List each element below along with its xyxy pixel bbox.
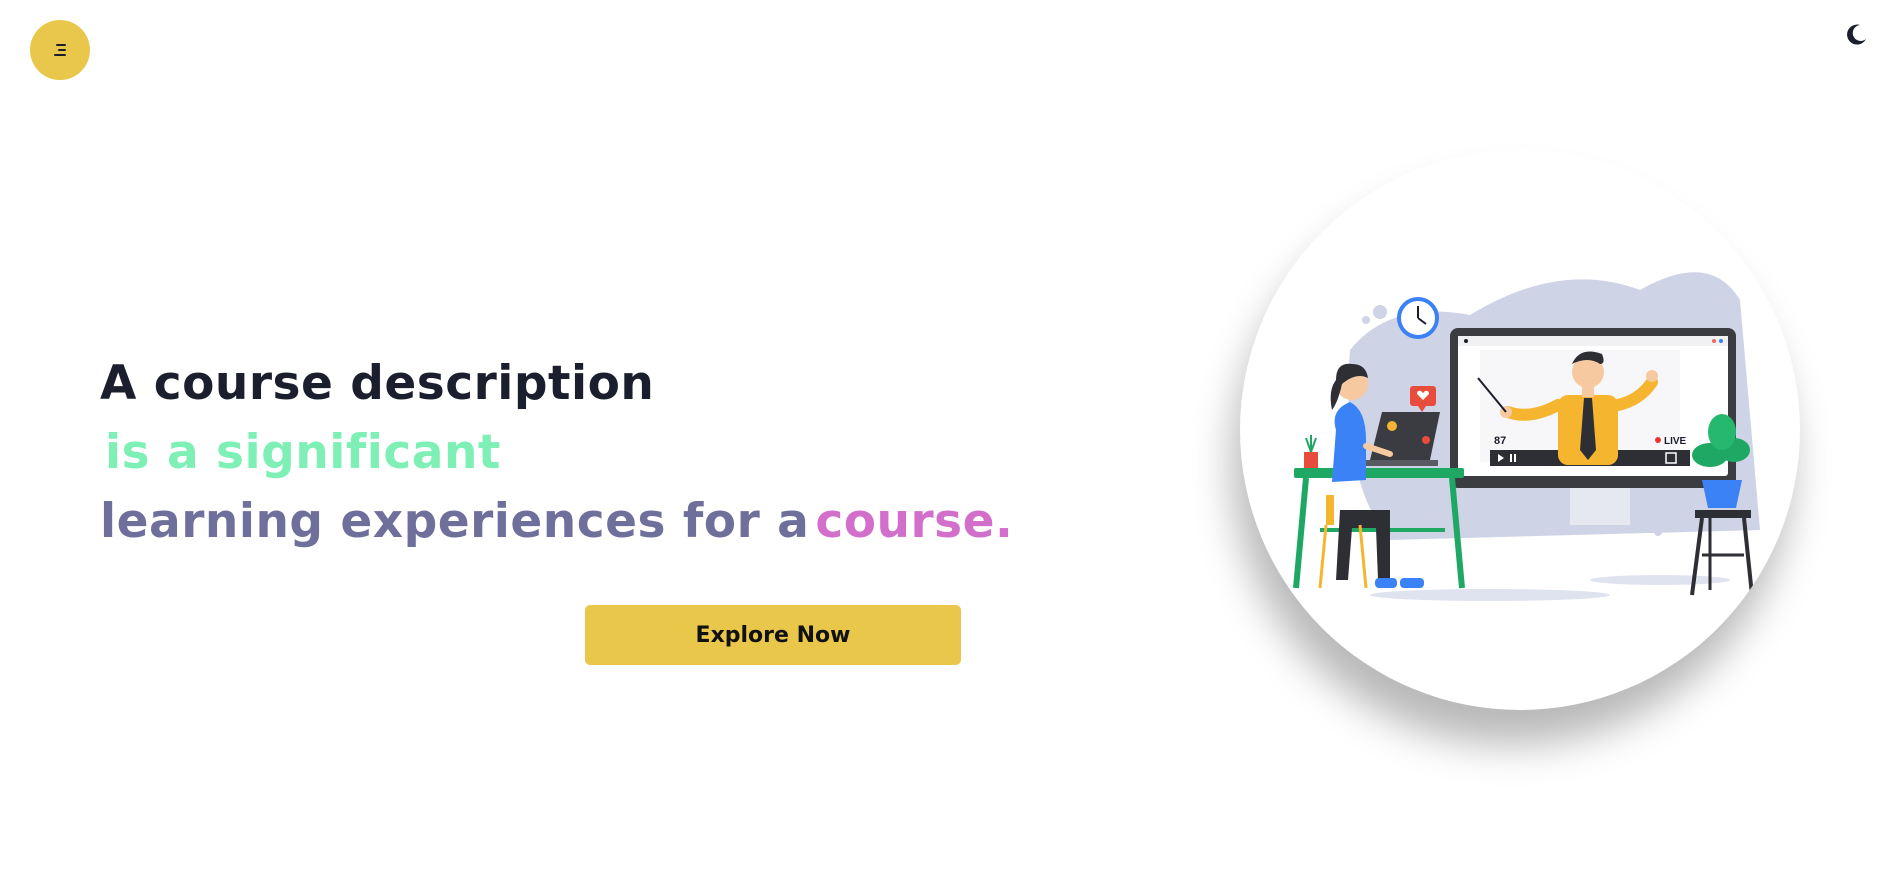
clock-icon — [1397, 297, 1439, 339]
hero-heading: A course description is a significant le… — [100, 360, 1013, 545]
hero-line-1: A course description — [100, 356, 655, 411]
online-course-illustration: 87 LIVE — [1293, 272, 1760, 601]
landing-page: A course description is a significant le… — [0, 0, 1897, 872]
explore-now-button[interactable]: Explore Now — [585, 605, 961, 665]
hero-line-3: learning experiences for a course. — [100, 498, 1013, 545]
hero-line-2: is a significant — [105, 425, 501, 480]
hero-line-3-text: learning experiences for a — [100, 494, 810, 549]
hamburger-icon — [54, 44, 66, 56]
menu-button[interactable] — [30, 20, 90, 80]
hero-line-3-accent: course. — [815, 494, 1014, 549]
hero-illustration: 87 LIVE — [1240, 150, 1800, 710]
moon-icon[interactable] — [1843, 22, 1869, 48]
live-label: LIVE — [1664, 436, 1687, 447]
viewer-count: 87 — [1494, 435, 1506, 447]
